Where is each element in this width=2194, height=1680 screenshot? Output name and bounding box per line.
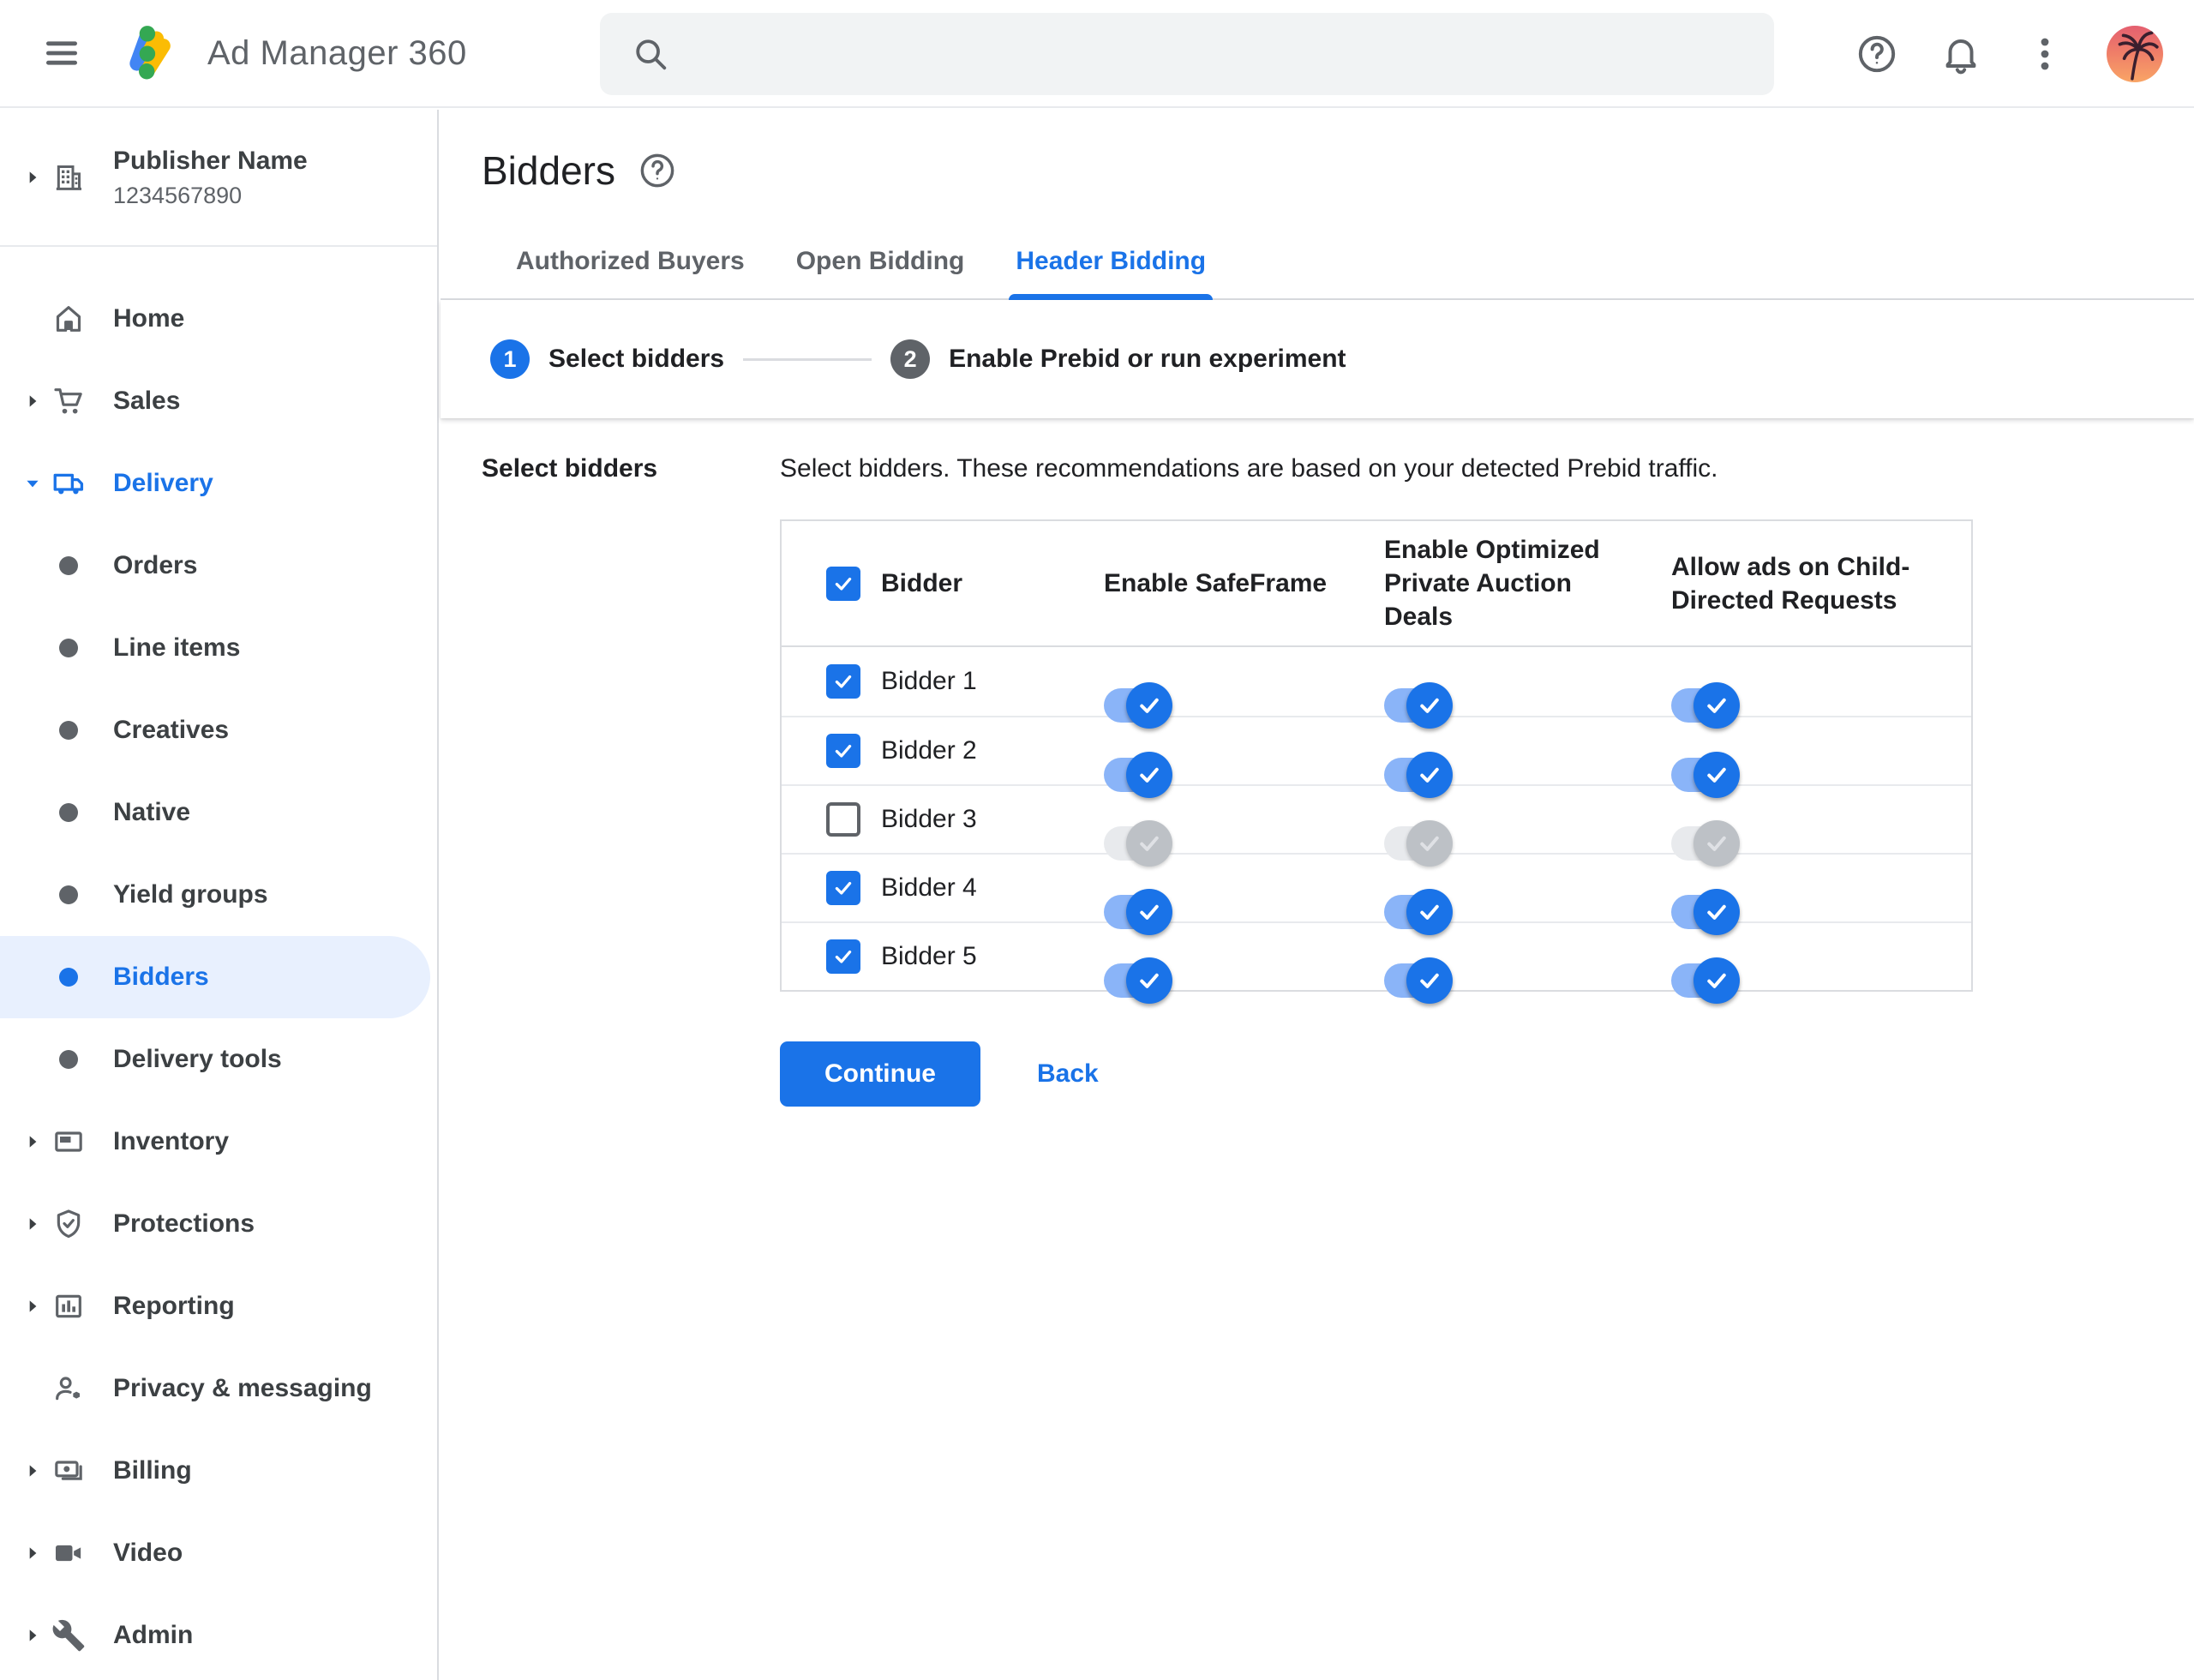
tab-authorized-buyers[interactable]: Authorized Buyers — [490, 247, 770, 298]
bidder-name: Bidder 2 — [881, 736, 977, 765]
table-row: Bidder 4 — [782, 853, 1971, 935]
bullet-icon — [50, 968, 87, 987]
bidder-checkbox[interactable] — [826, 664, 860, 699]
bullet-icon — [50, 1050, 87, 1069]
page-help-icon[interactable] — [638, 151, 677, 190]
table-row: Bidder 2 — [782, 716, 1971, 798]
sidebar-item-inventory[interactable]: Inventory — [0, 1101, 437, 1183]
sidebar-item-admin[interactable]: Admin — [0, 1594, 437, 1677]
sidebar-item-home[interactable]: Home — [0, 278, 437, 360]
bidder-name: Bidder 3 — [881, 805, 977, 833]
ad-manager-logo[interactable]: Ad Manager 360 — [120, 20, 467, 87]
wrench-icon — [50, 1618, 87, 1653]
bullet-icon — [50, 721, 87, 740]
chevron-down-icon — [21, 474, 45, 493]
table-row: Bidder 1 — [782, 647, 1971, 729]
select-all-checkbox[interactable] — [826, 566, 860, 601]
shield-check-icon — [50, 1207, 87, 1241]
bullet-icon — [50, 556, 87, 575]
sidebar-item-line-items[interactable]: Line items — [0, 607, 437, 689]
column-header-child-directed: Allow ads on Child-Directed Requests — [1671, 552, 1910, 615]
chevron-right-icon — [21, 1297, 45, 1316]
continue-button[interactable]: Continue — [780, 1041, 980, 1107]
sidebar-item-sales[interactable]: Sales — [0, 360, 437, 442]
chevron-right-icon — [21, 392, 45, 411]
bar-chart-icon — [50, 1289, 87, 1323]
bidder-checkbox[interactable] — [826, 734, 860, 768]
bidder-name: Bidder 5 — [881, 942, 977, 970]
bullet-icon — [50, 803, 87, 822]
sidebar-item-creatives[interactable]: Creatives — [0, 689, 437, 771]
app-title: Ad Manager 360 — [207, 33, 467, 72]
search-bar[interactable] — [600, 13, 1774, 95]
search-input[interactable] — [696, 38, 1748, 70]
section-description: Select bidders. These recommendations ar… — [780, 454, 1718, 483]
chevron-right-icon — [21, 1544, 45, 1563]
bidder-checkbox[interactable] — [826, 802, 860, 837]
money-bill-icon — [50, 1454, 87, 1488]
step-select-bidders[interactable]: 1 Select bidders — [490, 339, 724, 379]
home-icon — [50, 302, 87, 336]
sidebar-item-reporting[interactable]: Reporting — [0, 1265, 437, 1347]
page-title: Bidders — [482, 148, 615, 193]
table-row: Bidder 5 — [782, 921, 1971, 1004]
publisher-selector[interactable]: Publisher Name 1234567890 — [0, 110, 437, 247]
bullet-icon — [50, 885, 87, 904]
publisher-name: Publisher Name — [113, 146, 308, 175]
search-icon — [631, 34, 670, 74]
sidebar: Publisher Name 1234567890 Home Sales Del… — [0, 110, 439, 1680]
user-avatar[interactable] — [2107, 26, 2163, 82]
top-app-bar: Ad Manager 360 — [0, 0, 2194, 108]
tab-header-bidding[interactable]: Header Bidding — [990, 247, 1232, 300]
sidebar-item-billing[interactable]: Billing — [0, 1430, 437, 1512]
ad-unit-icon — [50, 1125, 87, 1159]
sidebar-item-yield-groups[interactable]: Yield groups — [0, 854, 437, 936]
sidebar-item-protections[interactable]: Protections — [0, 1183, 437, 1265]
sidebar-item-native[interactable]: Native — [0, 771, 437, 854]
chevron-right-icon — [21, 1461, 45, 1480]
stepper: 1 Select bidders 2 Enable Prebid or run … — [441, 300, 2194, 418]
cart-icon — [50, 384, 87, 418]
person-badge-icon — [50, 1371, 87, 1406]
step-enable-prebid[interactable]: 2 Enable Prebid or run experiment — [890, 339, 1346, 379]
sidebar-item-orders[interactable]: Orders — [0, 525, 437, 607]
bidder-name: Bidder 1 — [881, 667, 977, 695]
chevron-right-icon — [21, 1132, 45, 1151]
chevron-right-icon — [21, 1626, 45, 1645]
back-link[interactable]: Back — [1037, 1059, 1099, 1089]
sidebar-nav: Home Sales Delivery Orders Line items Cr… — [0, 247, 437, 1677]
table-row: Bidder 3 — [782, 784, 1971, 867]
notifications-bell-icon[interactable] — [1939, 32, 1983, 76]
hamburger-menu-icon[interactable] — [38, 29, 86, 77]
sidebar-item-delivery[interactable]: Delivery — [0, 442, 437, 525]
sidebar-item-delivery-tools[interactable]: Delivery tools — [0, 1018, 437, 1101]
sidebar-item-video[interactable]: Video — [0, 1512, 437, 1594]
step-number-badge: 2 — [890, 339, 931, 379]
chevron-right-icon — [21, 1215, 45, 1233]
sidebar-item-bidders[interactable]: Bidders — [0, 936, 430, 1018]
truck-icon — [50, 465, 87, 501]
chevron-right-icon — [21, 168, 45, 187]
step-connector-line — [743, 357, 872, 361]
more-options-kebab-icon[interactable] — [2023, 32, 2067, 76]
main-content: Bidders Authorized Buyers Open Bidding H… — [441, 110, 2194, 1680]
bidders-table: Bidder Enable SafeFrame Enable Optimized… — [780, 519, 1973, 1004]
step-number-badge: 1 — [490, 339, 530, 379]
column-header-bidder: Bidder — [881, 569, 963, 597]
publisher-id: 1234567890 — [113, 182, 243, 208]
sidebar-item-privacy-messaging[interactable]: Privacy & messaging — [0, 1347, 437, 1430]
bidder-name: Bidder 4 — [881, 873, 977, 902]
section-label: Select bidders — [482, 454, 658, 483]
help-icon[interactable] — [1855, 32, 1899, 76]
tab-bar: Authorized Buyers Open Bidding Header Bi… — [441, 226, 2194, 300]
bidder-checkbox[interactable] — [826, 871, 860, 905]
table-header-row: Bidder Enable SafeFrame Enable Optimized… — [782, 521, 1971, 647]
video-camera-icon — [50, 1536, 87, 1570]
tab-open-bidding[interactable]: Open Bidding — [770, 247, 991, 298]
bullet-icon — [50, 639, 87, 657]
building-icon — [50, 160, 87, 195]
column-header-optimized-deals: Enable Optimized Private Auction Deals — [1384, 536, 1600, 631]
column-header-safeframe: Enable SafeFrame — [1104, 569, 1328, 597]
bidder-checkbox[interactable] — [826, 939, 860, 974]
